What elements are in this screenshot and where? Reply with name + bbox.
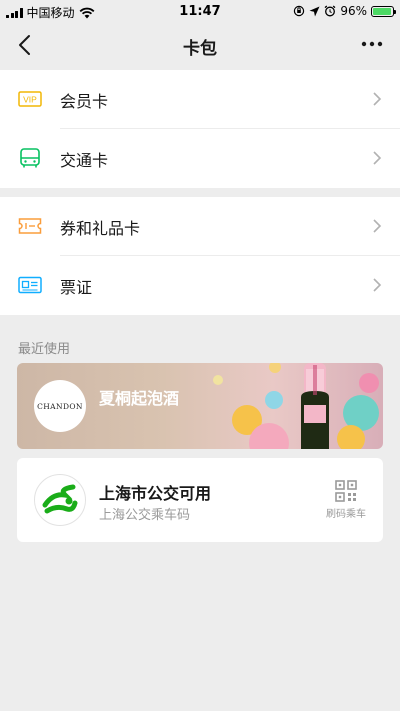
vip-icon: VIP [18, 91, 42, 107]
decor-bubble [337, 425, 365, 449]
status-right: 96% [293, 4, 396, 18]
promo-card[interactable]: CHANDON 夏桐起泡酒 [17, 363, 383, 449]
page-title: 卡包 [183, 39, 217, 59]
menu-item-transit-card[interactable]: 交通卡 [0, 129, 400, 188]
chevron-right-icon [373, 278, 382, 292]
menu-item-coupons-gift-cards[interactable]: 券和礼品卡 [0, 197, 400, 256]
menu-item-label: 票证 [60, 277, 93, 297]
bottle-image [301, 363, 329, 449]
scan-to-ride-label: 刷码乘车 [326, 509, 366, 520]
battery-level [373, 7, 392, 15]
bus-icon [20, 148, 40, 168]
battery-icon [371, 5, 396, 17]
menu-item-label: 券和礼品卡 [60, 218, 141, 238]
section-title-recent: 最近使用 [18, 342, 71, 357]
bus-logo-mark-icon [42, 484, 78, 514]
battery-percent: 96% [340, 4, 367, 18]
cards-group-primary: VIP 会员卡 交通卡 [0, 70, 400, 188]
vip-icon-text: VIP [23, 95, 37, 105]
shanghai-bus-logo [34, 474, 86, 526]
decor-bubble [249, 423, 289, 449]
promo-title: 夏桐起泡酒 [99, 389, 180, 408]
decor-bubble [269, 363, 281, 373]
location-icon [309, 6, 320, 16]
scan-to-ride-button[interactable]: 刷码乘车 [321, 480, 371, 520]
bus-card-subtitle: 上海公交乘车码 [99, 508, 191, 523]
menu-item-label: 交通卡 [60, 150, 109, 170]
qr-code-icon [335, 480, 357, 502]
id-card-icon [18, 276, 42, 294]
menu-item-membership-card[interactable]: VIP 会员卡 [0, 70, 400, 129]
brand-logo: CHANDON [34, 380, 86, 432]
decor-bubble [213, 375, 223, 385]
brand-logo-text: CHANDON [37, 401, 83, 411]
chevron-right-icon [373, 219, 382, 233]
decor-bubble [265, 391, 283, 409]
nav-bar: 卡包 [0, 22, 400, 68]
ticket-icon [18, 218, 42, 234]
more-dots-icon[interactable] [360, 34, 384, 54]
bus-pass-card[interactable]: 上海市公交可用 上海公交乘车码 刷码乘车 [17, 458, 383, 542]
menu-item-tickets-ids[interactable]: 票证 [0, 256, 400, 315]
cards-group-secondary: 券和礼品卡 票证 [0, 197, 400, 315]
bus-card-title: 上海市公交可用 [99, 484, 212, 503]
chevron-right-icon [373, 151, 382, 165]
alarm-icon [324, 5, 336, 17]
status-bar: 中国移动 11:47 96% [0, 0, 400, 22]
chevron-right-icon [373, 92, 382, 106]
menu-item-label: 会员卡 [60, 91, 109, 111]
orientation-lock-icon [294, 5, 305, 17]
decor-bubble [359, 373, 379, 393]
